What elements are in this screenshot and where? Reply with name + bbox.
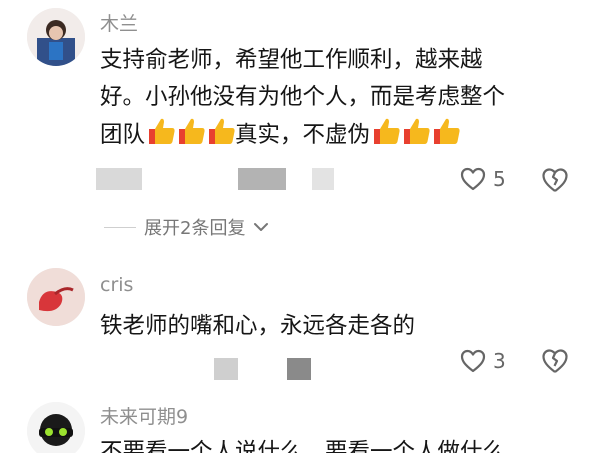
comment-text: 不要看一个人说什么，要看一个人做什么	[100, 434, 570, 453]
avatar[interactable]	[27, 268, 85, 326]
broken-heart-icon	[542, 168, 568, 192]
expand-replies-button[interactable]: 展开2条回复	[104, 214, 269, 240]
comment-text-line: 铁老师的嘴和心，永远各走各的	[100, 313, 416, 339]
dislike-button[interactable]	[540, 166, 570, 198]
comment-text-segment: 团队	[100, 122, 146, 148]
comment-text-line: 不要看一个人说什么，要看一个人做什么	[100, 439, 506, 453]
chevron-down-icon	[254, 223, 269, 231]
comment-username[interactable]: 未来可期9	[100, 405, 188, 429]
comment-username[interactable]: cris	[100, 273, 133, 297]
comment-text-line: 团队 真实，不虚伪	[100, 116, 570, 158]
comment-item: 木兰 支持俞老师，希望他工作顺利，越来越 好。小孙他没有为他个人，而是考虑整个 …	[0, 0, 600, 255]
thumbs-up-emoji	[145, 116, 235, 158]
comment-meta-redacted	[312, 168, 334, 190]
comment-meta-redacted	[214, 358, 238, 380]
comment-text: 支持俞老师，希望他工作顺利，越来越 好。小孙他没有为他个人，而是考虑整个 团队 …	[100, 42, 570, 158]
comment-meta-redacted	[238, 168, 286, 190]
avatar[interactable]	[27, 8, 85, 66]
dislike-button[interactable]	[540, 347, 570, 379]
divider-line	[104, 226, 136, 228]
comment-username[interactable]: 木兰	[100, 12, 138, 36]
comment-meta-redacted	[287, 358, 311, 380]
heart-outline-icon	[460, 167, 486, 191]
like-button[interactable]: 5	[459, 166, 506, 192]
like-count: 5	[493, 167, 506, 191]
comment-item: cris 铁老师的嘴和心，永远各走各的 3	[0, 262, 600, 392]
comment-text-line: 支持俞老师，希望他工作顺利，越来越	[100, 47, 483, 73]
broken-heart-icon	[542, 349, 568, 373]
comment-text: 铁老师的嘴和心，永远各走各的	[100, 308, 570, 345]
comment-text-line: 好。小孙他没有为他个人，而是考虑整个	[100, 84, 506, 110]
like-button[interactable]: 3	[459, 348, 506, 374]
like-count: 3	[493, 349, 506, 373]
comment-text-segment: 真实，不虚伪	[235, 122, 371, 148]
expand-replies-label: 展开2条回复	[144, 218, 246, 239]
comment-item: 未来可期9 不要看一个人说什么，要看一个人做什么	[0, 400, 600, 453]
heart-outline-icon	[460, 349, 486, 373]
comment-meta-redacted	[96, 168, 142, 190]
thumbs-up-emoji	[370, 116, 460, 158]
avatar[interactable]	[27, 402, 85, 453]
